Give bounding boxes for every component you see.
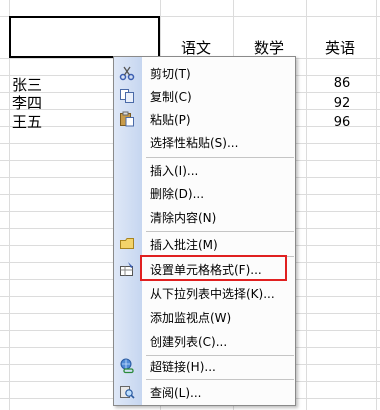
menu-item-label: 插入批注(M) xyxy=(150,238,218,252)
context-menu: 剪切(T) 复制(C) 粘贴(P) 选择性粘贴(S)... 插入(I)... 删… xyxy=(113,56,296,406)
menu-item-pick-from-list[interactable]: 从下拉列表中选择(K)... xyxy=(114,282,295,304)
menu-separator xyxy=(146,157,294,158)
grid-line xyxy=(306,0,307,410)
menu-item-label: 添加监视点(W) xyxy=(150,311,232,325)
scissors-icon xyxy=(119,65,135,81)
menu-item-label: 清除内容(N) xyxy=(150,211,217,225)
menu-item-paste[interactable]: 粘贴(P) xyxy=(114,108,295,130)
format-cells-icon xyxy=(119,261,135,277)
header-english[interactable]: 英语 xyxy=(325,37,355,58)
menu-item-label: 创建列表(C)... xyxy=(150,335,228,349)
name-cell[interactable]: 李四 xyxy=(12,92,42,113)
score-cell[interactable]: 86 xyxy=(322,76,362,91)
menu-item-delete[interactable]: 删除(D)... xyxy=(114,182,295,204)
menu-separator xyxy=(146,379,294,380)
selected-cell[interactable] xyxy=(9,16,160,58)
research-icon xyxy=(119,384,135,400)
menu-item-label: 粘贴(P) xyxy=(150,113,191,127)
grid-line xyxy=(9,0,10,410)
hyperlink-icon xyxy=(119,358,135,374)
menu-item-insert-comment[interactable]: 插入批注(M) xyxy=(114,233,295,255)
menu-item-label: 复制(C) xyxy=(150,90,192,104)
menu-item-paste-special[interactable]: 选择性粘贴(S)... xyxy=(114,131,295,153)
menu-item-label: 删除(D)... xyxy=(150,187,205,201)
paste-icon xyxy=(119,111,135,127)
score-cell[interactable]: 92 xyxy=(322,96,362,111)
copy-icon xyxy=(119,88,135,104)
menu-separator xyxy=(146,231,294,232)
name-cell[interactable]: 王五 xyxy=(12,111,42,132)
format-cells-highlight xyxy=(140,255,287,281)
menu-item-insert[interactable]: 插入(I)... xyxy=(114,159,295,181)
menu-item-label: 插入(I)... xyxy=(150,164,199,178)
menu-item-create-list[interactable]: 创建列表(C)... xyxy=(114,330,295,352)
header-math[interactable]: 数学 xyxy=(254,37,284,58)
menu-item-label: 超链接(H)... xyxy=(150,360,216,374)
header-chinese[interactable]: 语文 xyxy=(181,37,211,58)
menu-item-label: 剪切(T) xyxy=(150,67,191,81)
menu-item-copy[interactable]: 复制(C) xyxy=(114,85,295,107)
comment-icon xyxy=(119,236,135,252)
grid-line xyxy=(376,0,377,410)
menu-item-hyperlink[interactable]: 超链接(H)... xyxy=(114,355,295,377)
menu-item-clear-contents[interactable]: 清除内容(N) xyxy=(114,206,295,228)
menu-item-add-watch[interactable]: 添加监视点(W) xyxy=(114,306,295,328)
menu-item-label: 查阅(L)... xyxy=(150,386,202,400)
score-cell[interactable]: 96 xyxy=(322,115,362,130)
menu-item-label: 选择性粘贴(S)... xyxy=(150,136,239,150)
menu-item-cut[interactable]: 剪切(T) xyxy=(114,62,295,84)
menu-item-research[interactable]: 查阅(L)... xyxy=(114,381,295,403)
menu-item-label: 从下拉列表中选择(K)... xyxy=(150,287,275,301)
